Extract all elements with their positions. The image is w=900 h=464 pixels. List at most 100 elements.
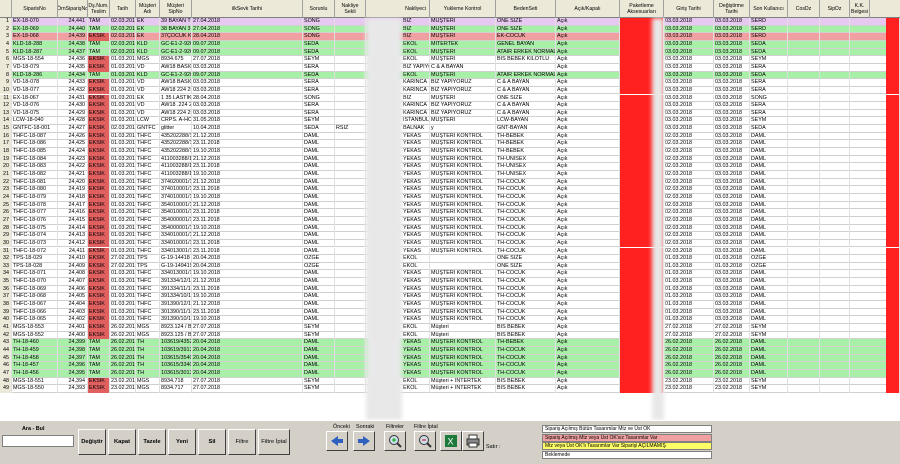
table-row[interactable]: 12 VD-18-076 24,430 EKSİK 01.03.2018 VD AW18 .… — [0, 102, 900, 110]
table-row[interactable]: 29 THFC-18-074 24,413 EKSİK 01.03.2018 THFC 33… — [0, 232, 900, 240]
table-row[interactable]: 8 KLD-18-286 24,434 TAM 01.03.2018 KLD GC-E1-2… — [0, 71, 900, 80]
table-row[interactable]: 4 KLD-18-288 24,438 TAM 02.03.2018 KLD GC-E1-2… — [0, 40, 900, 49]
table-row[interactable]: 14 LCW-18-040 24,428 EKSİK 01.03.2018 LCW CRPS… — [0, 117, 900, 126]
toolbar-button[interactable]: Filtre İptal — [258, 429, 290, 455]
table-row[interactable]: 32 TPS-18-029 24,410 EKSİK 27.02.2018 TPS G-19… — [0, 255, 900, 263]
printer-icon — [466, 434, 480, 448]
table-row[interactable]: 27 THFC-18-076 24,415 EKSİK 01.03.2018 THFC 35… — [0, 216, 900, 225]
column-header[interactable]: Son Kullanıcı — [750, 0, 788, 18]
table-row[interactable]: 36 THFC-18-069 24,406 EKSİK 01.03.2018 THFC 39… — [0, 285, 900, 294]
toolbar-button[interactable]: Kapat — [108, 429, 136, 455]
table-row[interactable]: 7 VD-18-079 24,435 EKSİK 01.03.2018 VD AW18 BA… — [0, 63, 900, 72]
table-cell: TAM — [88, 354, 110, 363]
table-cell: TH-UNISEX — [496, 163, 556, 171]
column-header[interactable]: CosDz — [788, 0, 820, 18]
table-cell — [430, 262, 496, 271]
table-row[interactable]: 6 MGS-18-554 24,436 EKSİK 01.03.2018 MGS 8934.… — [0, 56, 900, 64]
table-cell: 24,425 — [58, 140, 88, 149]
column-header[interactable]: ÖrnSiparişNo — [58, 0, 88, 18]
table-cell — [788, 369, 820, 378]
table-row[interactable]: 21 THFC-18-082 24,421 EKSİK 01.03.2018 THFC 41… — [0, 171, 900, 179]
table-row[interactable]: 24 THFC-18-079 24,418 EKSİK 01.03.2018 THFC 37… — [0, 193, 900, 202]
toolbar-button[interactable]: Filtre — [228, 429, 256, 455]
table-row[interactable]: 5 KLD-18-287 24,437 TAM 02.03.2018 KLD GC-E1-2… — [0, 48, 900, 57]
orders-grid[interactable]: SiparisNo ÖrnSiparişNo Dş.Num. Teslim Tarih… — [0, 0, 900, 420]
column-header[interactable]: Yukleme Kontrol — [430, 0, 496, 18]
column-header[interactable]: SipDz — [820, 0, 850, 18]
table-row[interactable]: 47 TH-18-456 24,395 TAM 26.02.2018 TH 103615/3… — [0, 369, 900, 378]
table-row[interactable]: 28 THFC-18-075 24,414 EKSİK 01.03.2018 THFC 35… — [0, 224, 900, 233]
table-row[interactable]: 37 THFC-18-068 24,405 EKSİK 01.03.2018 THFC 39… — [0, 293, 900, 302]
table-row[interactable]: 11 EX-18-067 24,431 EKSİK 01.03.2018 EK 1 35 L… — [0, 94, 900, 103]
print-button[interactable] — [462, 431, 484, 451]
table-row[interactable]: 18 THFC-18-085 24,424 EKSİK 01.03.2018 THFC 43… — [0, 148, 900, 156]
column-header[interactable]: K.K. Belgesi — [850, 0, 870, 18]
filter-clear-button[interactable] — [414, 431, 436, 451]
search-input[interactable] — [2, 435, 74, 447]
table-row[interactable]: 45 TH-18-458 24,397 TAM 26.02.2018 TH 103615/3… — [0, 354, 900, 363]
column-header[interactable]: Değiştirme Tarihi — [714, 0, 750, 18]
column-header[interactable]: Giriş Tarihi — [664, 0, 714, 18]
table-row[interactable]: 33 TPS-18-028 24,409 EKSİK 27.02.2018 TPS G-19… — [0, 262, 900, 271]
table-row[interactable]: 16 THFC-18-087 24,426 EKSİK 01.03.2018 THFC 43… — [0, 132, 900, 141]
table-row[interactable]: 9 VD-18-078 24,433 EKSİK 01.03.2018 VD AW18 BA… — [0, 79, 900, 87]
table-row[interactable]: 44 TH-18-459 24,398 TAM 26.02.2018 TH 103619/3… — [0, 346, 900, 355]
prev-button[interactable] — [326, 431, 348, 451]
table-row[interactable]: 49 MGS-18-550 24,393 EKSİK 23.02.2018 MGS 8934… — [0, 385, 900, 393]
table-row[interactable]: 3 EX-18-068 24,439 EKSİK 02.03.2018 EK 37ÇOCUK… — [0, 33, 900, 41]
column-header[interactable]: BedenSeti — [496, 0, 556, 18]
excel-button[interactable]: X — [440, 431, 462, 451]
table-row[interactable]: 46 TH-18-457 24,396 TAM 26.02.2018 TH 103615/3… — [0, 362, 900, 370]
table-row[interactable]: 35 THFC-18-070 24,407 EKSİK 01.03.2018 THFC 39… — [0, 278, 900, 286]
table-cell: DAML — [750, 362, 788, 370]
toolbar-button[interactable]: Değiştir — [78, 429, 106, 455]
table-row[interactable]: 48 MGS-18-551 24,394 EKSİK 23.02.2018 MGS 8934… — [0, 377, 900, 386]
column-header[interactable]: Nakliyeci — [402, 0, 430, 18]
table-row[interactable]: 13 VD-18-075 24,429 EKSİK 01.03.2018 VD AW18 2… — [0, 109, 900, 118]
table-cell: EX-18-067 — [12, 94, 58, 103]
table-row[interactable]: 38 THFC-18-067 24,404 EKSİK 01.03.2018 THFC 39… — [0, 301, 900, 309]
table-row[interactable]: 19 THFC-18-084 24,423 EKSİK 01.03.2018 THFC 41… — [0, 155, 900, 164]
table-row[interactable]: 2 EX-18-069 24,440 TAM 02.03.2018 EK 38 BAYAN … — [0, 25, 900, 34]
column-header[interactable]: Nakliye Sekli — [335, 0, 366, 18]
table-row[interactable]: 22 THFC-18-081 24,420 EKSİK 01.03.2018 THFC 37… — [0, 178, 900, 187]
table-row[interactable]: 10 VD-18-077 24,432 EKSİK 01.03.2018 VD AW18 2… — [0, 86, 900, 95]
table-row[interactable]: 40 THFC-18-065 24,402 EKSİK 01.03.2018 THFC 39… — [0, 316, 900, 324]
toolbar-button[interactable]: Yeni — [168, 429, 196, 455]
column-header[interactable]: Müşteri Adı — [136, 0, 160, 18]
column-header[interactable]: Açık/Kapalı — [556, 0, 620, 18]
table-row[interactable]: 17 THFC-18-086 24,425 EKSİK 01.03.2018 THFC 43… — [0, 140, 900, 149]
table-row[interactable]: 42 MGS-18-552 24,400 EKSİK 26.02.2018 MGS 8923… — [0, 331, 900, 340]
table-cell: MÜŞTERİ KONTROL — [430, 316, 496, 324]
column-header[interactable]: Tarih — [110, 0, 136, 18]
column-header[interactable]: Paketleme Aksesuarları — [620, 0, 664, 18]
column-header[interactable]: SiparisNo — [12, 0, 58, 18]
table-cell: 411003288/11/18 — [161, 163, 192, 171]
table-row[interactable]: 34 THFC-18-071 24,408 EKSİK 01.03.2018 THFC 33… — [0, 270, 900, 279]
table-row[interactable]: 43 TH-18-460 24,399 TAM 26.02.2018 TH 103619/4… — [0, 339, 900, 347]
table-row[interactable]: 15 GNTFC-18-001 24,427 EKSİK 02.03.2018 GNTFC… — [0, 125, 900, 133]
next-button[interactable] — [353, 431, 375, 451]
toolbar-button[interactable]: Tazele — [138, 429, 166, 455]
table-row[interactable]: 30 THFC-18-073 24,412 EKSİK 01.03.2018 THFC 33… — [0, 239, 900, 248]
column-header[interactable]: Dş.Num. Teslim — [88, 0, 110, 18]
table-row[interactable]: 23 THFC-18-080 24,419 EKSİK 01.03.2018 THFC 37… — [0, 186, 900, 194]
table-row[interactable]: 20 THFC-18-083 24,422 EKSİK 01.03.2018 THFC 41… — [0, 163, 900, 171]
table-row[interactable]: 1 EX-18-070 24,441 TAM 02.03.2018 EK 39 BAYAN … — [0, 18, 900, 26]
table-cell: TH — [136, 346, 160, 355]
table-cell: TAM — [88, 18, 110, 26]
toolbar-button[interactable]: Sil — [198, 429, 226, 455]
column-header[interactable]: Müşteri SipNo — [160, 0, 192, 18]
kk-status-cell — [886, 193, 900, 202]
column-header[interactable]: Sorunlu — [303, 0, 335, 18]
table-row[interactable]: 41 MGS-18-553 24,401 EKSİK 26.02.2018 MGS 8923… — [0, 324, 900, 332]
table-row[interactable]: 26 THFC-18-077 24,416 EKSİK 01.03.2018 THFC 35… — [0, 209, 900, 217]
table-row[interactable]: 25 THFC-18-078 24,417 EKSİK 01.03.2018 THFC 35… — [0, 201, 900, 210]
column-header[interactable]: ilkSevk Tarihi — [192, 0, 303, 18]
table-cell: YEKAS — [402, 209, 430, 217]
table-row[interactable]: 31 THFC-18-072 24,411 EKSİK 01.03.2018 THFC 33… — [0, 247, 900, 256]
table-cell: MÜŞTERİ KONTROL — [430, 155, 496, 164]
table-row[interactable]: 39 THFC-18-066 24,403 EKSİK 01.03.2018 THFC 30… — [0, 308, 900, 317]
filter-button[interactable] — [384, 431, 406, 451]
table-cell — [820, 201, 850, 210]
